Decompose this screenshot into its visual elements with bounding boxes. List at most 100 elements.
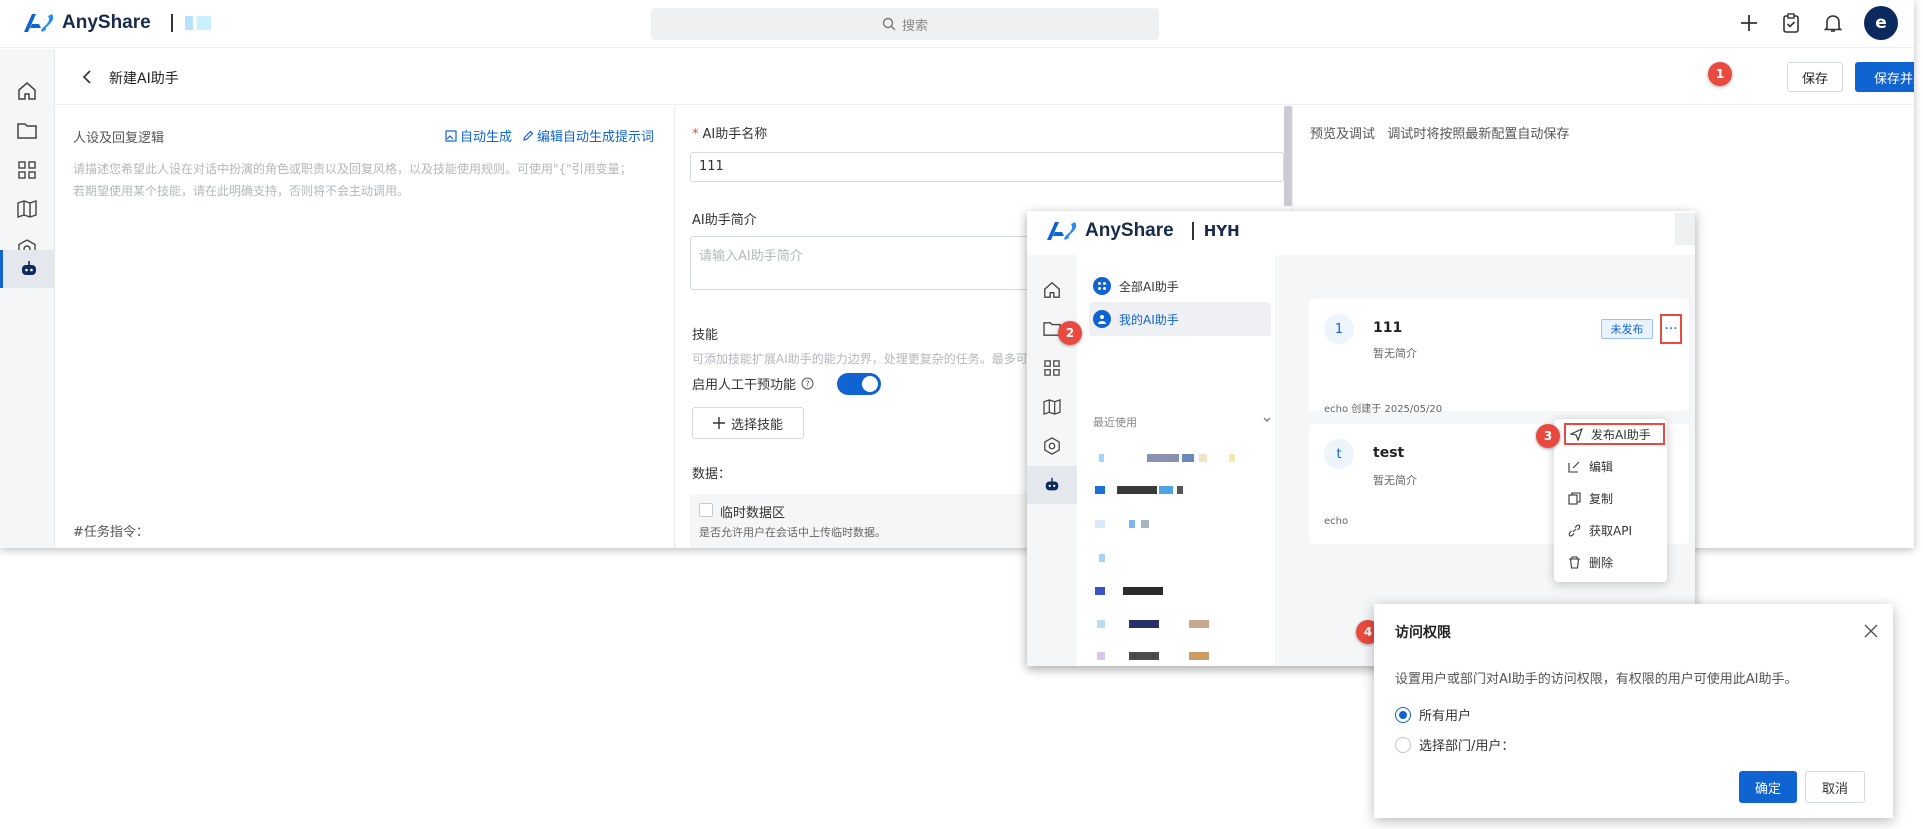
menu-item-delete[interactable]: 删除: [1568, 551, 1613, 573]
trash-icon: [1569, 555, 1580, 569]
menu-item-edit[interactable]: 编辑: [1568, 455, 1613, 477]
left-navigation: [1027, 255, 1077, 666]
plus-icon[interactable]: [1738, 12, 1760, 34]
list-top-bar: AnyShare HYH: [1027, 211, 1695, 255]
intro-label: AI助手简介: [692, 213, 757, 228]
assistant-intro: 暂无简介: [1373, 474, 1417, 487]
more-options-icon[interactable]: ···: [1660, 314, 1682, 344]
persona-heading: 人设及回复逻辑: [73, 131, 165, 146]
anyshare-logo-icon: [1047, 222, 1077, 240]
search-bar[interactable]: 搜索: [651, 8, 1159, 40]
recent-item[interactable]: [1089, 617, 1259, 631]
step-marker-3: 3: [1536, 424, 1560, 448]
task-instruction-label: #任务指令：: [73, 525, 149, 540]
manual-intervention-label: 启用人工干预功能 ?: [692, 374, 814, 393]
send-icon: [1570, 427, 1583, 441]
nav-cube-icon[interactable]: [1027, 427, 1077, 465]
edit-prompt-link[interactable]: 编辑自动生成提示词: [522, 126, 654, 145]
option-all-users[interactable]: 所有用户: [1395, 705, 1471, 724]
nav-home-icon[interactable]: [0, 71, 54, 111]
recent-item[interactable]: [1089, 584, 1259, 598]
assistant-card[interactable]: 1 111 暂无简介 echo 创建于 2025/05/20 未发布 ···: [1309, 299, 1689, 415]
nav-map-icon[interactable]: [0, 189, 54, 229]
app-logo[interactable]: AnyShare: [22, 10, 211, 36]
save-button[interactable]: 保存: [1787, 62, 1843, 92]
anyshare-logo-icon: [24, 14, 54, 32]
sidebar-item-my-assistants[interactable]: 我的AI助手: [1089, 302, 1271, 336]
user-icon: [1093, 310, 1111, 328]
nav-ai-assistant-icon[interactable]: [0, 250, 54, 288]
access-permission-dialog: 访问权限 设置用户或部门对AI助手的访问权限，有权限的用户可使用此AI助手。 所…: [1374, 604, 1893, 818]
temp-data-checkbox[interactable]: [699, 503, 713, 517]
auto-generate-link[interactable]: 自动生成: [445, 126, 512, 145]
nav-apps-grid-icon[interactable]: [1027, 349, 1077, 387]
nav-home-icon[interactable]: [1027, 271, 1077, 309]
nav-folder-icon[interactable]: [0, 111, 54, 151]
apps-icon: [1093, 277, 1111, 295]
close-icon[interactable]: [1861, 621, 1881, 641]
chevron-down-icon[interactable]: [1263, 417, 1271, 423]
search-icon: [882, 17, 896, 31]
org-logo-image: [184, 16, 211, 30]
bell-icon[interactable]: [1822, 12, 1844, 34]
recent-section-label: 最近使用: [1093, 416, 1137, 429]
recent-item[interactable]: [1089, 483, 1259, 497]
left-navigation: [0, 49, 55, 548]
step-marker-2: 2: [1058, 321, 1082, 345]
org-name: HYH: [1203, 222, 1240, 240]
data-label: 数据：: [692, 467, 732, 482]
link-icon: [1568, 523, 1581, 537]
dialog-title: 访问权限: [1395, 625, 1451, 641]
nav-ai-assistant-icon[interactable]: [1027, 466, 1077, 504]
name-label: * AI助手名称: [692, 127, 768, 142]
back-arrow-icon[interactable]: [77, 67, 97, 87]
config-scrollbar[interactable]: [1284, 106, 1292, 206]
menu-item-copy[interactable]: 复制: [1568, 487, 1613, 509]
status-badge: 未发布: [1601, 319, 1653, 339]
save-and-publish-button[interactable]: 保存并发布: [1855, 62, 1914, 92]
pencil-icon: [523, 130, 534, 141]
nav-apps-grid-icon[interactable]: [0, 150, 54, 190]
assistant-meta: echo 创建于 2025/05/20: [1324, 404, 1443, 415]
option-select-users[interactable]: 选择部门/用户：: [1395, 735, 1514, 754]
svg-text:?: ?: [805, 380, 809, 389]
assistant-name: test: [1373, 445, 1405, 461]
edit-icon: [1568, 461, 1580, 473]
top-bar: AnyShare 搜索 e: [0, 0, 1914, 48]
temp-data-label: 临时数据区: [720, 506, 786, 521]
recent-item[interactable]: [1089, 649, 1259, 663]
radio-selected[interactable]: [1395, 706, 1411, 723]
help-icon[interactable]: ?: [801, 377, 814, 390]
menu-item-publish[interactable]: 发布AI助手: [1564, 423, 1665, 445]
plus-icon: [712, 417, 725, 429]
recent-item[interactable]: [1089, 551, 1259, 565]
assistant-name: 111: [1373, 320, 1403, 336]
assistant-intro: 暂无简介: [1373, 347, 1417, 360]
logo-divider: [170, 14, 173, 32]
radio-unselected[interactable]: [1395, 736, 1411, 753]
menu-item-get-api[interactable]: 获取API: [1568, 519, 1632, 541]
dialog-description: 设置用户或部门对AI助手的访问权限，有权限的用户可使用此AI助手。: [1395, 672, 1798, 687]
recent-item[interactable]: [1089, 451, 1259, 465]
name-input[interactable]: 111: [690, 152, 1284, 182]
cancel-button[interactable]: 取消: [1805, 771, 1865, 803]
window-control[interactable]: [1675, 213, 1695, 245]
logo-divider: [1191, 222, 1194, 240]
app-logo[interactable]: AnyShare HYH: [1045, 220, 1240, 242]
page-title: 新建AI助手: [109, 71, 179, 87]
step-marker-1: 1: [1708, 62, 1732, 86]
task-clipboard-icon[interactable]: [1780, 12, 1802, 34]
editor-header: 新建AI助手 保存 保存并发布: [55, 49, 1914, 105]
confirm-button[interactable]: 确定: [1739, 771, 1797, 803]
assistant-icon: t: [1324, 439, 1354, 469]
recent-item[interactable]: [1089, 517, 1259, 531]
more-options-menu: 发布AI助手 编辑 复制 获取API 删除: [1554, 419, 1667, 582]
user-avatar[interactable]: e: [1864, 6, 1898, 40]
manual-intervention-toggle[interactable]: [837, 373, 881, 395]
nav-map-icon[interactable]: [1027, 388, 1077, 426]
preview-heading: 预览及调试 调试时将按照最新配置自动保存: [1310, 127, 1570, 142]
sidebar-item-all-assistants[interactable]: 全部AI助手: [1089, 269, 1271, 303]
select-skill-button[interactable]: 选择技能: [692, 407, 804, 439]
copy-icon: [1568, 491, 1581, 505]
persona-textarea[interactable]: 请描述您希望此人设在对话中扮演的角色或职责以及回复风格，以及技能使用规则。可使用…: [73, 158, 643, 202]
